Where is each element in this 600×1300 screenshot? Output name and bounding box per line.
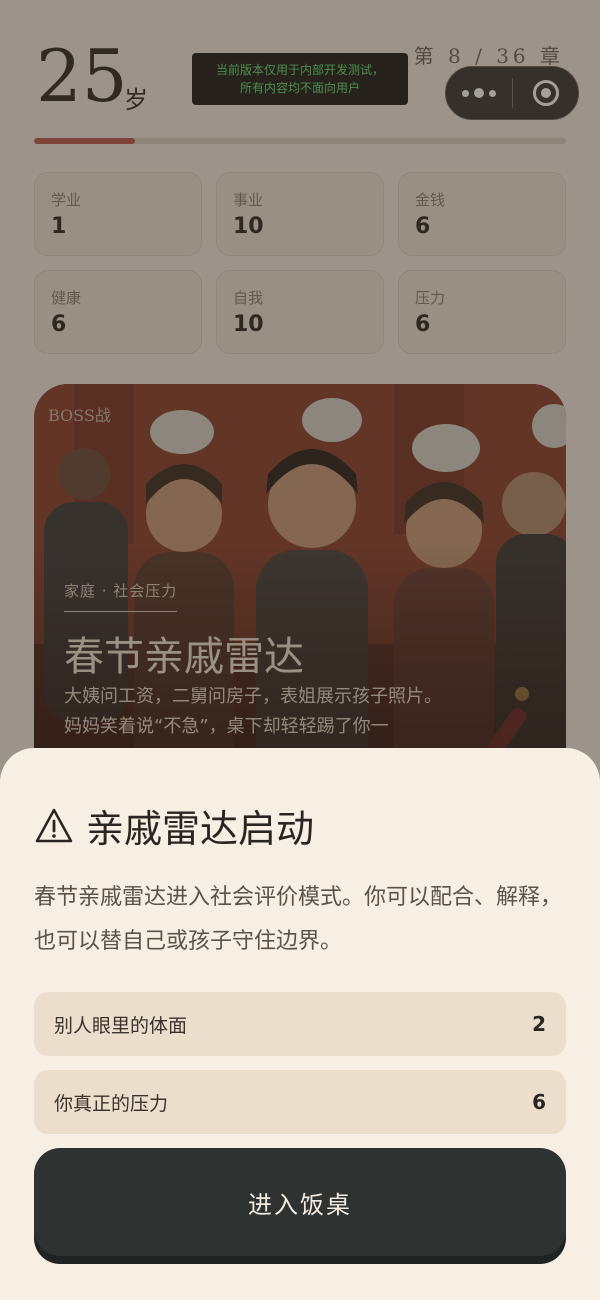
metric-label: 你真正的压力 xyxy=(54,1092,169,1115)
warning-triangle-icon xyxy=(35,808,73,842)
metric-pressure: 你真正的压力 6 xyxy=(34,1070,566,1134)
sheet-title: 亲戚雷达启动 xyxy=(86,807,315,851)
bottom-sheet: 亲戚雷达启动 春节亲戚雷达进入社会评价模式。你可以配合、解释，也可以替自己或孩子… xyxy=(0,748,600,1300)
metric-label: 别人眼里的体面 xyxy=(54,1014,188,1037)
sheet-description: 春节亲戚雷达进入社会评价模式。你可以配合、解释，也可以替自己或孩子守住边界。 xyxy=(34,885,563,954)
metric-face: 别人眼里的体面 2 xyxy=(34,992,566,1056)
metric-value: 6 xyxy=(532,1090,546,1114)
enter-table-button[interactable]: 进入饭桌 xyxy=(34,1148,566,1256)
sheet-header: 亲戚雷达启动 xyxy=(34,798,314,853)
metric-value: 2 xyxy=(532,1012,546,1036)
page: 25 岁 第 8 / 36 章 当前版本仅用于内部开发测试， 所有内容均不面向用… xyxy=(0,0,600,1300)
